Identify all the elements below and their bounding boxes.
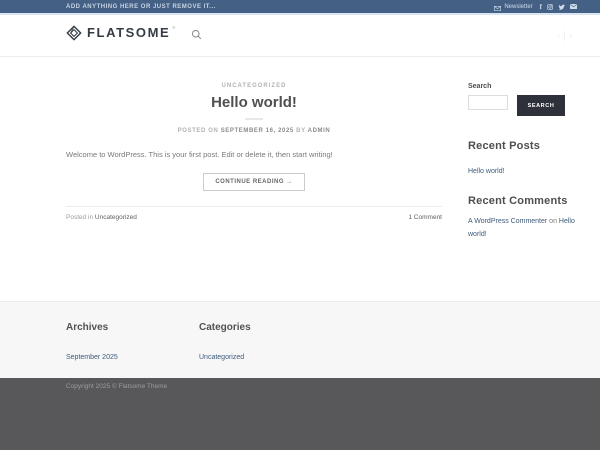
continue-reading-button[interactable]: CONTINUE READING → bbox=[203, 173, 304, 191]
search-icon bbox=[191, 27, 202, 45]
post-title[interactable]: Hello world! bbox=[66, 94, 442, 111]
post-meta: POSTED ON SEPTEMBER 16, 2025 BY ADMIN bbox=[66, 128, 442, 134]
instagram-icon[interactable] bbox=[547, 4, 553, 10]
twitter-icon[interactable] bbox=[558, 4, 565, 10]
by-label: BY bbox=[296, 128, 305, 134]
post-article: UNCATEGORIZED Hello world! POSTED ON SEP… bbox=[66, 83, 442, 301]
facebook-icon[interactable]: f bbox=[540, 3, 542, 11]
social-icons: f bbox=[540, 3, 577, 11]
header-divider bbox=[564, 31, 565, 41]
recent-comment-item: A WordPress Commenter on Hello world! bbox=[468, 215, 580, 242]
archive-month-link[interactable]: September 2025 bbox=[66, 354, 118, 361]
top-bar: ADD ANYTHING HERE OR JUST REMOVE IT... N… bbox=[0, 0, 600, 13]
recent-posts-title: Recent Posts bbox=[468, 140, 580, 152]
search-widget: Search SEARCH bbox=[468, 83, 580, 116]
recent-posts-widget: Recent Posts Hello world! bbox=[468, 140, 580, 178]
archives-title: Archives bbox=[66, 322, 199, 333]
comments-count-link[interactable]: 1 Comment bbox=[408, 214, 442, 221]
posted-in-category-link[interactable]: Uncategorized bbox=[95, 214, 137, 221]
topbar-message: ADD ANYTHING HERE OR JUST REMOVE IT... bbox=[66, 4, 216, 10]
newsletter-label: Newsletter bbox=[504, 4, 532, 10]
search-submit-button[interactable]: SEARCH bbox=[517, 95, 565, 116]
absolute-footer: Copyright 2025 © Flatsome Theme bbox=[0, 378, 600, 450]
recent-comments-title: Recent Comments bbox=[468, 195, 580, 207]
post-footer-meta: Posted in Uncategorized 1 Comment bbox=[66, 214, 442, 221]
post-author-link[interactable]: ADMIN bbox=[308, 128, 331, 134]
categories-widget: Categories Uncategorized bbox=[199, 322, 332, 378]
logo-text: FLATSOME bbox=[87, 25, 170, 41]
footer-widgets: Archives September 2025 Categories Uncat… bbox=[0, 301, 600, 378]
posted-in: Posted in Uncategorized bbox=[66, 214, 137, 221]
posted-in-label: Posted in bbox=[66, 214, 95, 221]
sidebar: Search SEARCH Recent Posts Hello world! … bbox=[468, 83, 580, 301]
flatsome-diamond-icon bbox=[66, 25, 82, 46]
chevron-left-icon[interactable]: ‹ bbox=[557, 31, 560, 41]
email-icon[interactable] bbox=[570, 4, 577, 9]
post-title-divider bbox=[245, 118, 263, 120]
chevron-right-icon[interactable]: › bbox=[569, 31, 572, 41]
list-item: September 2025 bbox=[66, 346, 199, 364]
post-date-link[interactable]: SEPTEMBER 16, 2025 bbox=[221, 128, 294, 134]
header-right-controls: ‹ › bbox=[557, 31, 572, 41]
categories-title: Categories bbox=[199, 322, 332, 333]
site-logo[interactable]: FLATSOME ® bbox=[66, 25, 175, 46]
post-category-label[interactable]: UNCATEGORIZED bbox=[66, 83, 442, 89]
post-footer-divider bbox=[66, 206, 442, 207]
posted-on-label: POSTED ON bbox=[178, 128, 219, 134]
list-item: Hello world! bbox=[468, 160, 580, 178]
main-content: UNCATEGORIZED Hello world! POSTED ON SEP… bbox=[0, 57, 600, 301]
continue-reading-row: CONTINUE READING → bbox=[66, 170, 442, 191]
archives-widget: Archives September 2025 bbox=[66, 322, 199, 378]
site-header: FLATSOME ® ‹ › bbox=[0, 15, 600, 57]
recent-post-link[interactable]: Hello world! bbox=[468, 168, 505, 175]
registered-mark: ® bbox=[172, 25, 175, 30]
header-search-button[interactable] bbox=[191, 27, 202, 45]
comment-on-text: on bbox=[547, 218, 559, 225]
search-input[interactable] bbox=[468, 95, 508, 110]
search-row: SEARCH bbox=[468, 95, 580, 116]
post-excerpt: Welcome to WordPress. This is your first… bbox=[66, 149, 442, 161]
list-item: Uncategorized bbox=[199, 346, 332, 364]
search-widget-label: Search bbox=[468, 83, 580, 90]
recent-comments-widget: Recent Comments A WordPress Commenter on… bbox=[468, 195, 580, 242]
copyright-text: Copyright 2025 © Flatsome Theme bbox=[66, 383, 600, 390]
comment-author-link[interactable]: A WordPress Commenter bbox=[468, 218, 547, 225]
category-link[interactable]: Uncategorized bbox=[199, 354, 244, 361]
